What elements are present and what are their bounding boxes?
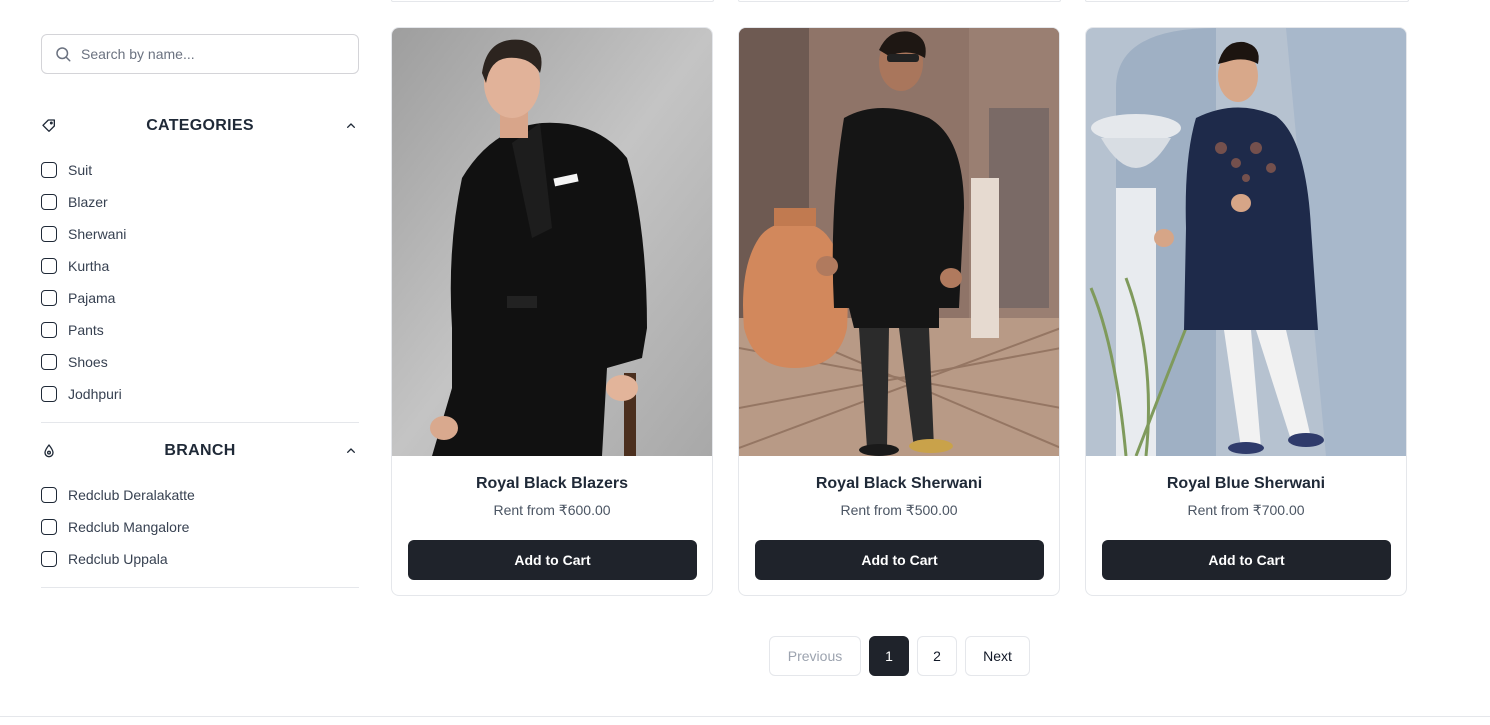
branch-option[interactable]: Redclub Mangalore bbox=[41, 511, 359, 543]
branch-option-label: Redclub Uppala bbox=[68, 551, 168, 567]
search-input[interactable] bbox=[81, 46, 341, 62]
product-card[interactable]: Royal Black Sherwani Rent from ₹500.00 A… bbox=[738, 27, 1060, 596]
location-icon bbox=[44, 444, 54, 458]
categories-title: CATEGORIES bbox=[146, 117, 254, 134]
category-option[interactable]: Jodhpuri bbox=[41, 378, 359, 410]
category-option-label: Shoes bbox=[68, 354, 108, 370]
checkbox[interactable] bbox=[41, 258, 57, 274]
category-option[interactable]: Shoes bbox=[41, 346, 359, 378]
checkbox[interactable] bbox=[41, 519, 57, 535]
checkbox[interactable] bbox=[41, 162, 57, 178]
product-card[interactable]: Royal Black Blazers Rent from ₹600.00 Ad… bbox=[391, 27, 713, 596]
branch-filter: BRANCH Redclub Deralakatte Redclub Mangal… bbox=[41, 433, 359, 588]
product-name[interactable]: Royal Black Blazers bbox=[392, 475, 712, 493]
page-button-2[interactable]: 2 bbox=[917, 636, 957, 676]
chevron-up-icon[interactable] bbox=[343, 118, 359, 134]
add-to-cart-button[interactable]: Add to Cart bbox=[408, 540, 697, 580]
branch-option[interactable]: Redclub Deralakatte bbox=[41, 479, 359, 511]
checkbox[interactable] bbox=[41, 354, 57, 370]
category-option[interactable]: Kurtha bbox=[41, 250, 359, 282]
branch-option[interactable]: Redclub Uppala bbox=[41, 543, 359, 575]
checkbox[interactable] bbox=[41, 386, 57, 402]
category-option-label: Pants bbox=[68, 322, 104, 338]
chevron-up-icon[interactable] bbox=[343, 443, 359, 459]
category-option[interactable]: Sherwani bbox=[41, 218, 359, 250]
product-price: Rent from ₹500.00 bbox=[840, 502, 958, 518]
product-price: Rent from ₹700.00 bbox=[1187, 502, 1305, 518]
branch-option-label: Redclub Deralakatte bbox=[68, 487, 195, 503]
previous-row-card-edge bbox=[738, 0, 1061, 2]
pagination: Previous 1 2 Next bbox=[769, 636, 1030, 676]
category-option-label: Blazer bbox=[68, 194, 108, 210]
footer-divider bbox=[0, 716, 1490, 717]
product-image[interactable] bbox=[1086, 28, 1406, 456]
checkbox[interactable] bbox=[41, 322, 57, 338]
search-icon bbox=[56, 47, 71, 62]
page-button-1[interactable]: 1 bbox=[869, 636, 909, 676]
branch-header[interactable]: BRANCH bbox=[41, 433, 359, 469]
previous-page-button[interactable]: Previous bbox=[769, 636, 861, 676]
category-option[interactable]: Suit bbox=[41, 154, 359, 186]
category-option[interactable]: Pants bbox=[41, 314, 359, 346]
category-option-label: Suit bbox=[68, 162, 93, 178]
checkbox[interactable] bbox=[41, 194, 57, 210]
filter-sidebar: CATEGORIES Suit Blazer Sherwani Kurtha Pajam… bbox=[41, 34, 359, 588]
categories-list: Suit Blazer Sherwani Kurtha Pajama Pants Shoes… bbox=[41, 154, 359, 410]
branch-title: BRANCH bbox=[164, 442, 236, 459]
category-option-label: Jodhpuri bbox=[68, 386, 122, 402]
product-price: Rent from ₹600.00 bbox=[493, 502, 611, 518]
previous-row-card-edge bbox=[391, 0, 714, 2]
product-name[interactable]: Royal Black Sherwani bbox=[739, 475, 1059, 493]
category-option[interactable]: Blazer bbox=[41, 186, 359, 218]
product-image[interactable] bbox=[392, 28, 712, 456]
product-image[interactable] bbox=[739, 28, 1059, 456]
previous-row-card-edge bbox=[1085, 0, 1409, 2]
branch-list: Redclub Deralakatte Redclub Mangalore Redc… bbox=[41, 479, 359, 575]
categories-header[interactable]: CATEGORIES bbox=[41, 108, 359, 144]
category-option-label: Sherwani bbox=[68, 226, 127, 242]
next-page-button[interactable]: Next bbox=[965, 636, 1030, 676]
product-card[interactable]: Royal Blue Sherwani Rent from ₹700.00 Ad… bbox=[1085, 27, 1407, 596]
categories-filter: CATEGORIES Suit Blazer Sherwani Kurtha Pajam… bbox=[41, 108, 359, 423]
tag-icon bbox=[42, 119, 55, 132]
search-box[interactable] bbox=[41, 34, 359, 74]
checkbox[interactable] bbox=[41, 290, 57, 306]
category-option-label: Kurtha bbox=[68, 258, 110, 274]
add-to-cart-button[interactable]: Add to Cart bbox=[755, 540, 1044, 580]
branch-option-label: Redclub Mangalore bbox=[68, 519, 190, 535]
checkbox[interactable] bbox=[41, 226, 57, 242]
add-to-cart-button[interactable]: Add to Cart bbox=[1102, 540, 1391, 580]
category-option-label: Pajama bbox=[68, 290, 116, 306]
product-name[interactable]: Royal Blue Sherwani bbox=[1086, 475, 1406, 493]
checkbox[interactable] bbox=[41, 487, 57, 503]
category-option[interactable]: Pajama bbox=[41, 282, 359, 314]
checkbox[interactable] bbox=[41, 551, 57, 567]
